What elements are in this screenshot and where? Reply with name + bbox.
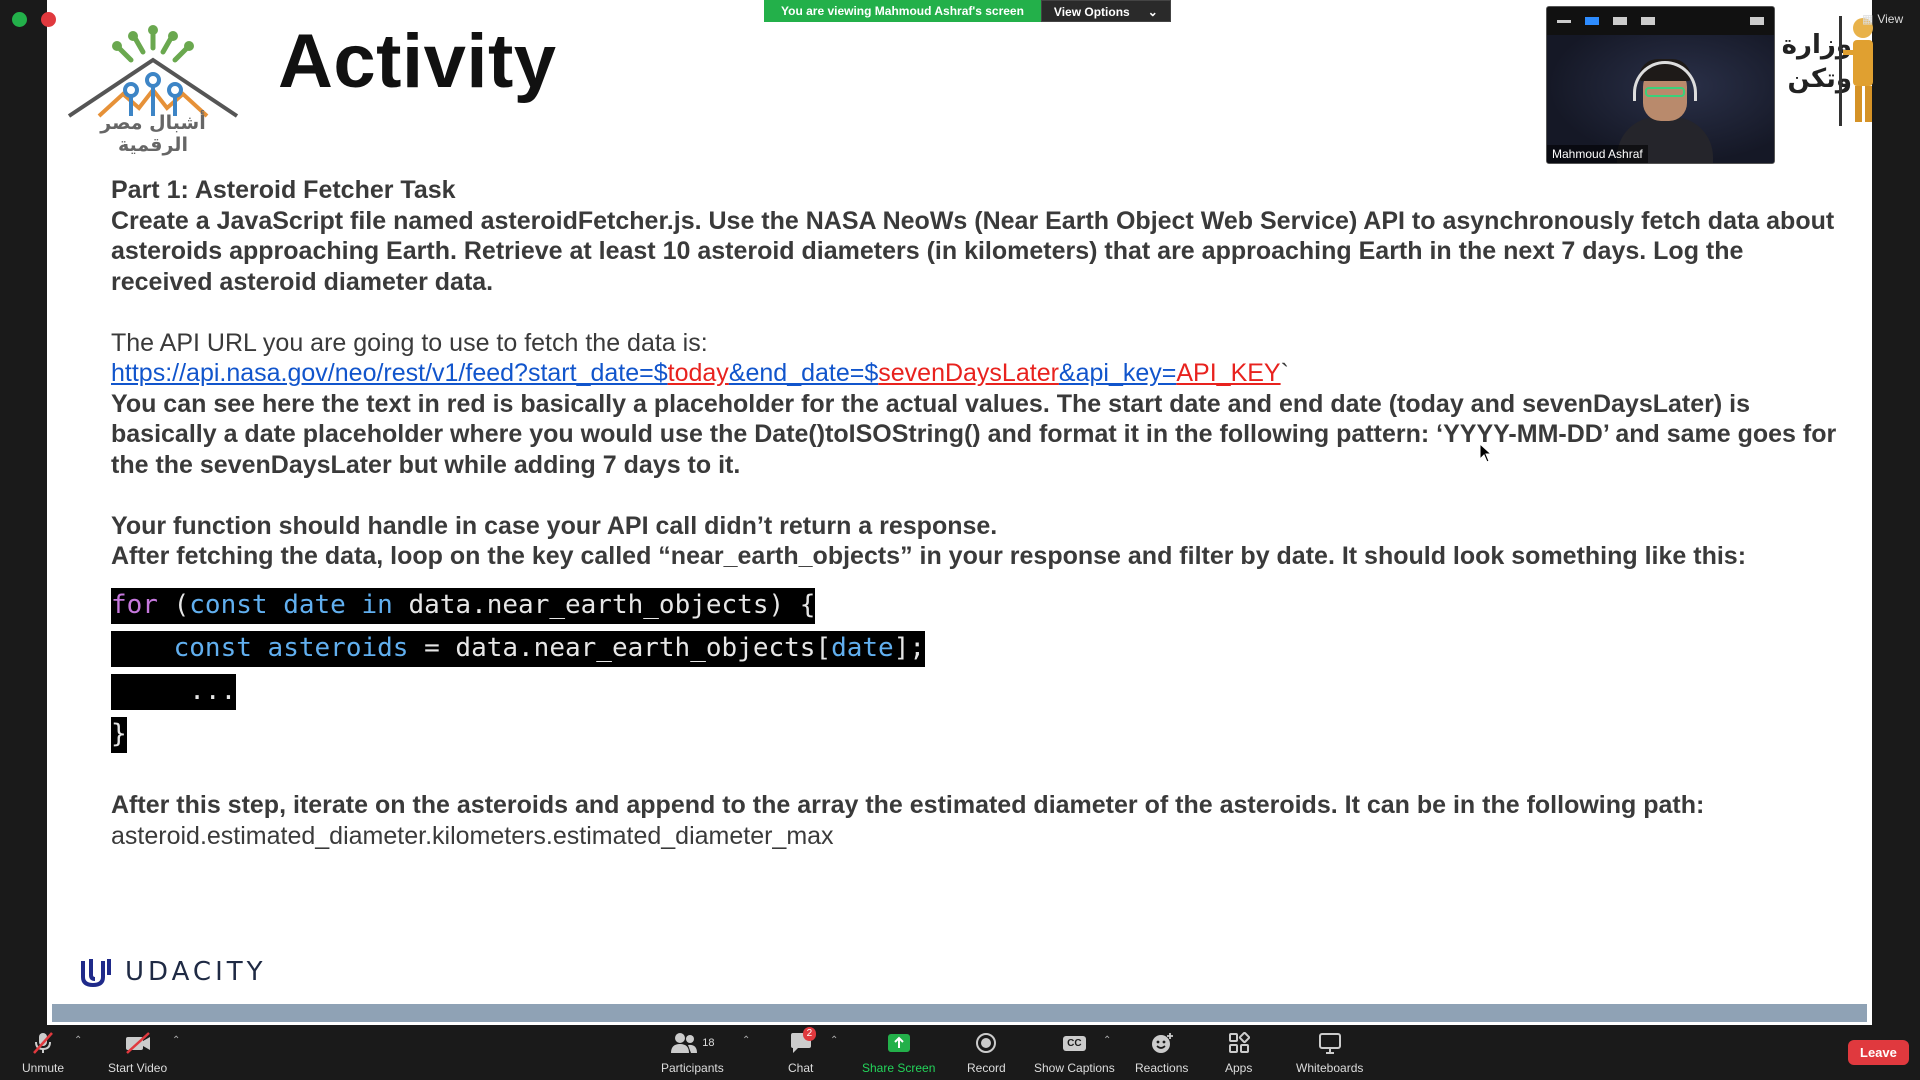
record-icon	[976, 1033, 997, 1053]
code-line-1: for (const date in data.near_earth_objec…	[111, 587, 1851, 631]
view-label: View	[1877, 12, 1904, 26]
after-step-note: After this step, iterate on the asteroid…	[111, 791, 1705, 819]
api-url-part-1[interactable]: https://api.nasa.gov/neo/rest/v1/feed?st…	[111, 359, 668, 387]
meeting-toolbar: Unmute ⌃ Start Video ⌃ 18 Participants ⌃…	[0, 1027, 1920, 1080]
view-options-label: View Options	[1053, 5, 1130, 19]
video-off-icon	[125, 1032, 150, 1054]
unmute-label: Unmute	[22, 1061, 65, 1075]
video-tile-controls	[1547, 7, 1774, 35]
slide-title: Activity	[278, 19, 557, 104]
share-screen-button[interactable]: Share Screen	[862, 1031, 935, 1075]
viewing-banner-text: You are viewing Mahmoud Ashraf's screen	[764, 0, 1041, 22]
meeting-status-icons	[12, 12, 56, 27]
grid-icon: ▦	[1862, 12, 1874, 26]
start-video-button[interactable]: Start Video	[108, 1031, 167, 1075]
record-label: Record	[967, 1061, 1006, 1075]
api-url-part-3[interactable]: &end_date=$	[729, 359, 878, 387]
participant-video-tile[interactable]: Mahmoud Ashraf	[1546, 6, 1775, 164]
apps-icon	[1228, 1032, 1250, 1053]
apps-label: Apps	[1225, 1061, 1253, 1075]
view-button[interactable]: ▦ View	[1862, 12, 1903, 26]
reactions-button[interactable]: Reactions	[1135, 1031, 1188, 1075]
whiteboards-label: Whiteboards	[1296, 1061, 1364, 1075]
muted-mic-icon	[33, 1032, 53, 1054]
chat-badge: 2	[802, 1027, 817, 1041]
api-url-key[interactable]: API_KEY	[1176, 359, 1280, 387]
code-line-4: }	[111, 716, 1851, 760]
whiteboard-icon	[1318, 1033, 1341, 1054]
placeholder-note: You can see here the text in red is basi…	[111, 389, 1844, 479]
mouse-cursor-icon	[1479, 443, 1493, 463]
udacity-wordmark: UDACITY	[125, 957, 267, 987]
zoom-window: أشبال مصر الرقمية Activity وزارة وتكن Pa…	[0, 0, 1920, 1080]
diameter-path: asteroid.estimated_diameter.kilometers.e…	[111, 821, 834, 850]
loop-note: After fetching the data, loop on the key…	[111, 542, 1747, 570]
chevron-down-icon: ⌄	[1147, 5, 1158, 19]
strip-view-icon[interactable]	[1613, 17, 1627, 25]
captions-cc-icon: CC	[1063, 1035, 1086, 1051]
reactions-smiley-icon	[1151, 1033, 1173, 1053]
code-line-3: ...	[111, 673, 1851, 717]
code-block: for (const date in data.near_earth_objec…	[111, 587, 1851, 760]
participants-icon	[671, 1033, 698, 1053]
participants-label: Participants	[661, 1061, 724, 1075]
share-screen-label: Share Screen	[862, 1061, 936, 1075]
udacity-icon	[81, 959, 111, 988]
slide-content: Part 1: Asteroid Fetcher Task Create a J…	[111, 175, 1851, 851]
leave-button[interactable]: Leave	[1848, 1040, 1909, 1065]
start-video-label: Start Video	[108, 1061, 168, 1075]
speaker-view-icon[interactable]	[1585, 17, 1599, 25]
minimize-icon[interactable]	[1557, 19, 1571, 23]
api-url-seven-days[interactable]: sevenDaysLater	[878, 359, 1059, 387]
unmute-button[interactable]: Unmute	[22, 1031, 64, 1075]
encryption-shield-icon[interactable]	[12, 12, 27, 27]
screen-share-banner: You are viewing Mahmoud Ashraf's screen …	[764, 0, 1171, 22]
url-label: The API URL you are going to use to fetc…	[111, 328, 708, 357]
audio-options-caret[interactable]: ⌃	[74, 1035, 82, 1046]
reactions-label: Reactions	[1135, 1061, 1189, 1075]
api-url-part-5[interactable]: &api_key=	[1059, 359, 1176, 387]
participant-count: 18	[702, 1037, 715, 1049]
apps-button[interactable]: Apps	[1225, 1031, 1252, 1075]
chat-options-caret[interactable]: ⌃	[830, 1035, 838, 1046]
code-line-2: const asteroids = data.near_earth_object…	[111, 630, 1851, 674]
api-url[interactable]: https://api.nasa.gov/neo/rest/v1/feed?st…	[111, 358, 1851, 389]
slide-footer-bar	[52, 1004, 1867, 1022]
video-options-caret[interactable]: ⌃	[172, 1035, 180, 1046]
captions-options-caret[interactable]: ⌃	[1103, 1035, 1111, 1046]
share-screen-icon	[887, 1034, 910, 1052]
udacity-logo: UDACITY	[79, 955, 267, 989]
record-button[interactable]: Record	[967, 1031, 1006, 1075]
gallery-view-icon[interactable]	[1641, 17, 1655, 25]
expand-icon[interactable]	[1750, 17, 1764, 25]
recording-dot-icon[interactable]	[41, 12, 56, 27]
chat-button[interactable]: 2 Chat	[788, 1027, 817, 1075]
video-feed	[1547, 35, 1774, 163]
view-options-button[interactable]: View Options ⌄	[1040, 0, 1171, 22]
show-captions-label: Show Captions	[1034, 1061, 1115, 1075]
api-url-backtick: `	[1280, 359, 1289, 387]
handle-note: Your function should handle in case your…	[111, 511, 998, 540]
task-intro: Create a JavaScript file named asteroidF…	[111, 206, 1842, 296]
api-url-today[interactable]: today	[668, 359, 729, 387]
part-heading: Part 1: Asteroid Fetcher Task	[111, 176, 456, 204]
participant-name: Mahmoud Ashraf	[1547, 145, 1648, 163]
participants-button[interactable]: 18 Participants	[661, 1031, 724, 1075]
whiteboards-button[interactable]: Whiteboards	[1296, 1031, 1363, 1075]
logo-text: أشبال مصر الرقمية	[100, 112, 206, 156]
participants-options-caret[interactable]: ⌃	[742, 1035, 750, 1046]
chat-label: Chat	[788, 1061, 814, 1075]
